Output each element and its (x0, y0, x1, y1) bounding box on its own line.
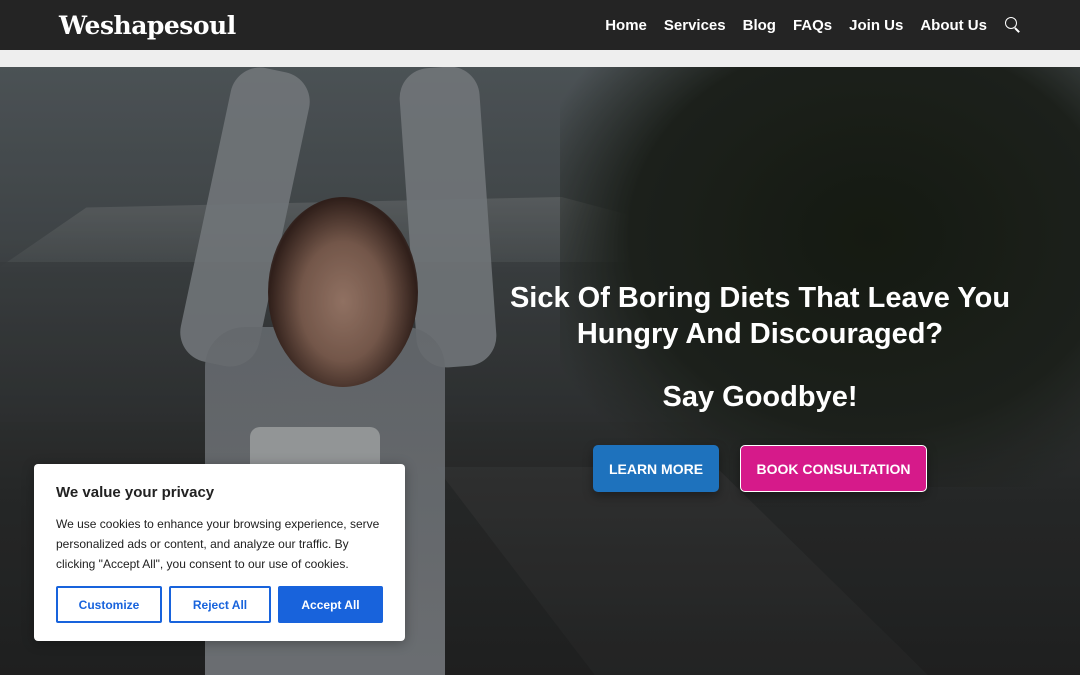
cookie-reject-all-button[interactable]: Reject All (169, 586, 271, 623)
main-nav: Home Services Blog FAQs Join Us About Us (588, 17, 1021, 34)
search-icon-handle (1014, 27, 1020, 33)
site-header: Weshapesoul Home Services Blog FAQs Join… (0, 0, 1080, 50)
cookie-description: We use cookies to enhance your browsing … (56, 517, 380, 571)
nav-item-services[interactable]: Services (664, 17, 726, 34)
nav-item-faqs[interactable]: FAQs (793, 17, 832, 34)
hero-headline-line1: Sick Of Boring Diets That Leave You (509, 282, 1011, 314)
learn-more-button[interactable]: LEARN MORE (593, 445, 719, 492)
cookie-consent-dialog: We value your privacy We use cookies to … (34, 464, 405, 641)
search-icon[interactable] (1005, 17, 1021, 33)
cookie-title: We value your privacy (56, 484, 215, 501)
header-divider-strip (0, 50, 1080, 67)
hero-subhead: Say Goodbye! (662, 381, 858, 413)
nav-item-join-us[interactable]: Join Us (849, 17, 903, 34)
hero-headline: Sick Of Boring Diets That Leave You Hung… (490, 280, 1030, 352)
cookie-button-row: Customize Reject All Accept All (56, 586, 383, 623)
site-logo[interactable]: Weshapesoul (59, 11, 236, 40)
nav-item-about-us[interactable]: About Us (920, 17, 987, 34)
nav-item-home[interactable]: Home (605, 17, 647, 34)
nav-item-blog[interactable]: Blog (743, 17, 776, 34)
cookie-customize-button[interactable]: Customize (56, 586, 162, 623)
cookie-accept-all-button[interactable]: Accept All (278, 586, 383, 623)
hero-headline-line2: Hungry And Discouraged? (576, 318, 944, 350)
book-consultation-button[interactable]: BOOK CONSULTATION (740, 445, 927, 492)
